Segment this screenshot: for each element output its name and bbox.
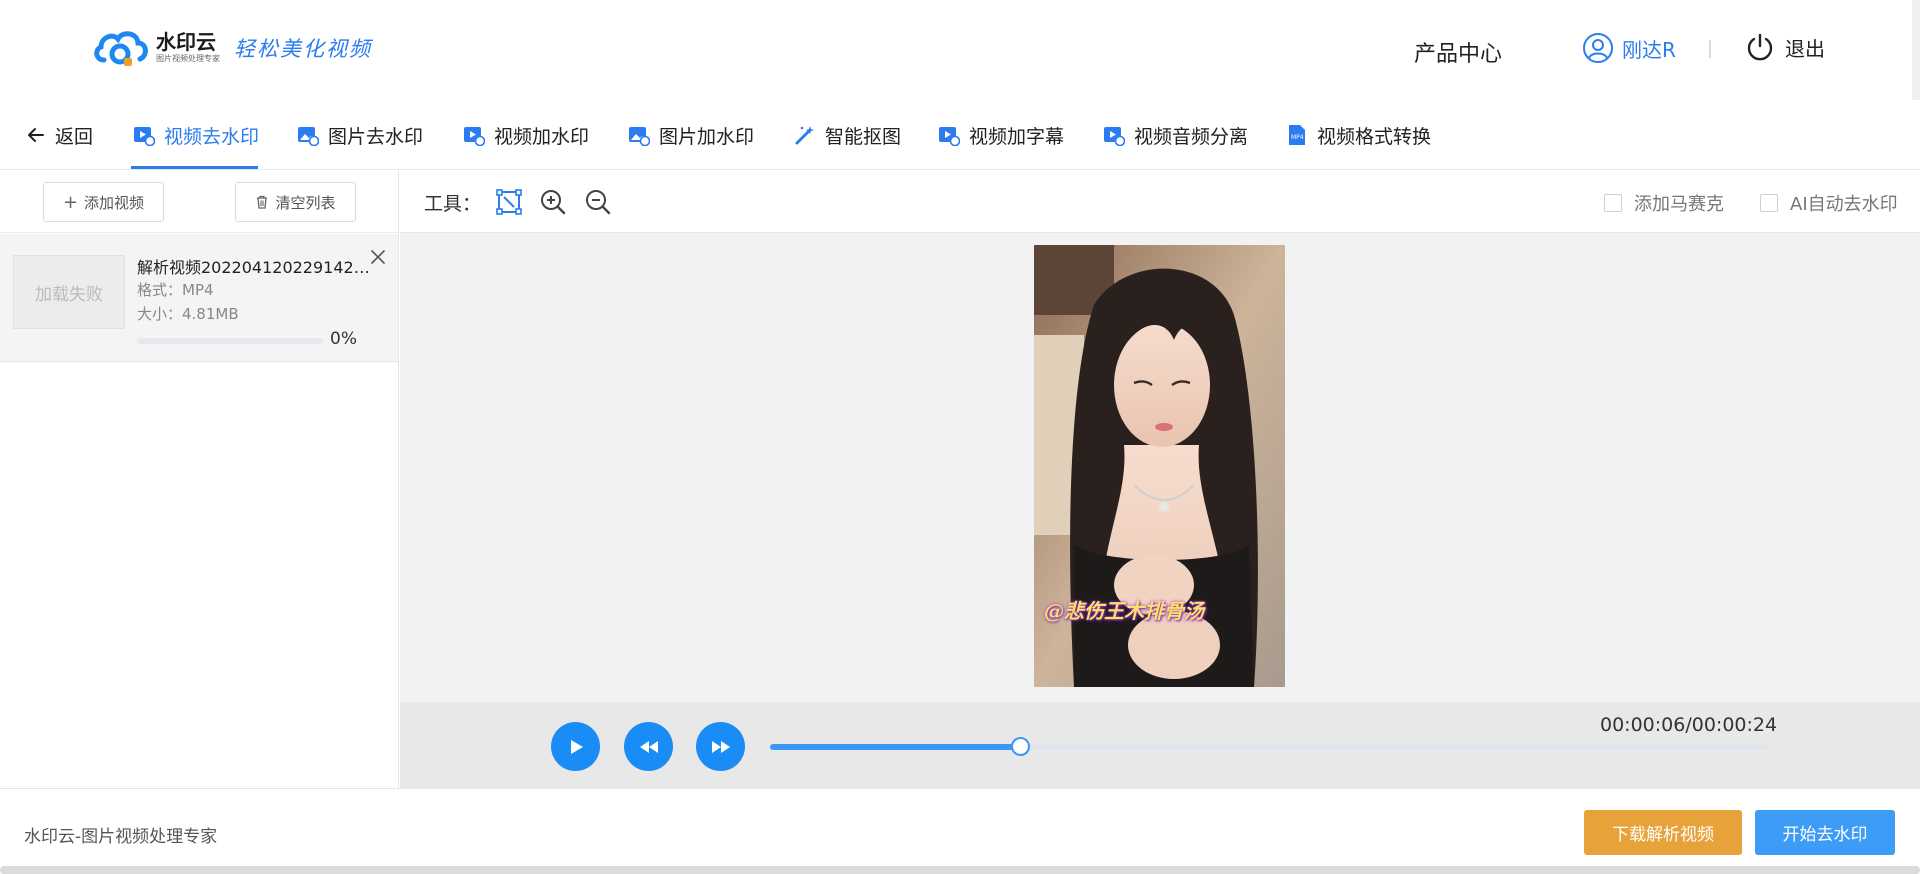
checkbox-box[interactable] — [1604, 194, 1622, 212]
active-tab-indicator — [131, 166, 258, 169]
tab-label: 智能抠图 — [825, 125, 902, 148]
file-list-panel: + 添加视频 清空列表 加载失败 解析视频20220412022914245..… — [0, 171, 399, 788]
rewind-icon — [639, 740, 658, 753]
arrow-left-icon — [28, 128, 44, 142]
plus-icon: + — [62, 191, 79, 213]
play-icon — [570, 739, 583, 754]
app-header: 水印云 图片视频处理专家 轻松美化视频 产品中心 刚达R 退出 — [0, 0, 1920, 100]
user-icon — [1583, 33, 1613, 63]
fast-forward-button[interactable] — [696, 722, 745, 771]
tab-label: 视频音频分离 — [1134, 125, 1249, 148]
logo[interactable]: 水印云 图片视频处理专家 轻松美化视频 — [94, 28, 372, 68]
clear-list-button[interactable]: 清空列表 — [235, 182, 356, 222]
seek-handle[interactable] — [1010, 737, 1030, 756]
seek-bar[interactable] — [770, 737, 1768, 756]
tab-label: 图片去水印 — [328, 125, 424, 148]
tab-format-convert[interactable]: MP4 视频格式转换 — [1286, 100, 1431, 170]
logout-label: 退出 — [1785, 36, 1825, 61]
add-video-button[interactable]: + 添加视频 — [43, 182, 164, 222]
file-progress-bar — [137, 338, 323, 344]
tab-smart-cutout[interactable]: 智能抠图 — [794, 100, 901, 170]
tab-label: 视频格式转换 — [1317, 125, 1432, 148]
username: 刚达R — [1622, 37, 1676, 62]
file-size: 大小：4.81MB — [137, 305, 239, 323]
fast-forward-icon — [711, 740, 730, 753]
image-icon — [629, 127, 650, 146]
feature-tabs: 返回 视频去水印 图片去水印 视频加水印 图片加水印 智能抠图 视频加字幕 视频… — [0, 100, 1920, 170]
tab-label: 视频去水印 — [164, 125, 260, 148]
video-icon — [939, 127, 960, 146]
tab-image-add-watermark[interactable]: 图片加水印 — [628, 100, 754, 170]
file-progress-text: 0% — [330, 329, 357, 349]
product-center-link[interactable]: 产品中心 — [1414, 36, 1502, 68]
editor-toolbar: 工具： 添加马赛克 AI自动去水印 — [400, 171, 1920, 233]
vertical-scrollbar[interactable] — [1912, 0, 1920, 100]
mp4-icon: MP4 — [1289, 125, 1305, 145]
tab-audio-separation[interactable]: 视频音频分离 — [1103, 100, 1248, 170]
close-icon[interactable] — [369, 248, 387, 266]
play-button[interactable] — [551, 722, 600, 771]
back-button[interactable]: 返回 — [26, 100, 93, 170]
tab-label: 视频加水印 — [494, 125, 590, 148]
player-controls: 00:00:06/00:00:24 — [400, 702, 1920, 788]
add-mosaic-checkbox[interactable]: 添加马赛克 — [1604, 190, 1724, 216]
file-name: 解析视频20220412022914245... — [137, 258, 377, 277]
video-preview[interactable]: @悲伤王木排骨汤 — [1034, 245, 1285, 687]
file-format: 格式：MP4 — [137, 281, 214, 299]
video-thumbnail: 加载失败 — [13, 255, 125, 329]
cloud-logo-icon — [94, 31, 148, 66]
video-watermark-text: @悲伤王木排骨汤 — [1044, 599, 1204, 623]
user-menu[interactable]: 刚达R — [1582, 32, 1676, 64]
magic-wand-icon — [795, 126, 814, 145]
brand-sub: 图片视频处理专家 — [156, 54, 220, 63]
tools-label: 工具： — [424, 193, 482, 215]
horizontal-scrollbar[interactable] — [0, 866, 1920, 874]
editor-area: 工具： 添加马赛克 AI自动去水印 @悲伤王木排骨汤 00:00:06/00:0… — [400, 171, 1920, 788]
tab-label: 视频加字幕 — [969, 125, 1065, 148]
brand-name: 水印云 — [156, 30, 216, 54]
video-icon — [1104, 127, 1125, 146]
brand-slogan: 轻松美化视频 — [234, 37, 372, 61]
list-item[interactable]: 加载失败 解析视频20220412022914245... 格式：MP4 大小：… — [0, 234, 398, 362]
header-divider — [1709, 40, 1711, 58]
tab-label: 图片加水印 — [659, 125, 755, 148]
svg-text:MP4: MP4 — [1291, 134, 1304, 141]
tab-image-remove-watermark[interactable]: 图片去水印 — [297, 100, 423, 170]
tab-video-remove-watermark[interactable]: 视频去水印 — [133, 100, 259, 170]
zoom-out-icon[interactable] — [584, 188, 612, 216]
add-mosaic-label: 添加马赛克 — [1634, 194, 1724, 215]
ai-auto-remove-checkbox[interactable]: AI自动去水印 — [1760, 190, 1898, 216]
add-video-label: 添加视频 — [84, 193, 145, 212]
select-area-icon[interactable] — [495, 188, 523, 216]
seek-bar-progress — [770, 744, 1020, 750]
image-icon — [298, 127, 319, 146]
video-icon — [464, 127, 485, 146]
zoom-in-icon[interactable] — [539, 188, 567, 216]
app-footer: 水印云-图片视频处理专家 下载解析视频 开始去水印 — [0, 788, 1920, 866]
rewind-button[interactable] — [624, 722, 673, 771]
tab-video-subtitles[interactable]: 视频加字幕 — [938, 100, 1064, 170]
logout-button[interactable]: 退出 — [1745, 32, 1825, 62]
tab-label: 返回 — [55, 125, 94, 148]
tab-video-add-watermark[interactable]: 视频加水印 — [463, 100, 589, 170]
download-parsed-video-button[interactable]: 下载解析视频 — [1584, 810, 1742, 855]
checkbox-box[interactable] — [1760, 194, 1778, 212]
file-list-toolbar: + 添加视频 清空列表 — [0, 171, 398, 233]
start-remove-watermark-button[interactable]: 开始去水印 — [1755, 810, 1895, 855]
power-icon — [1747, 33, 1773, 61]
clear-list-label: 清空列表 — [275, 193, 336, 212]
trash-icon — [257, 195, 268, 209]
video-icon — [134, 127, 155, 146]
ai-auto-remove-label: AI自动去水印 — [1790, 194, 1898, 215]
footer-brand-text: 水印云-图片视频处理专家 — [24, 827, 218, 847]
playback-time: 00:00:06/00:00:24 — [1600, 714, 1778, 736]
